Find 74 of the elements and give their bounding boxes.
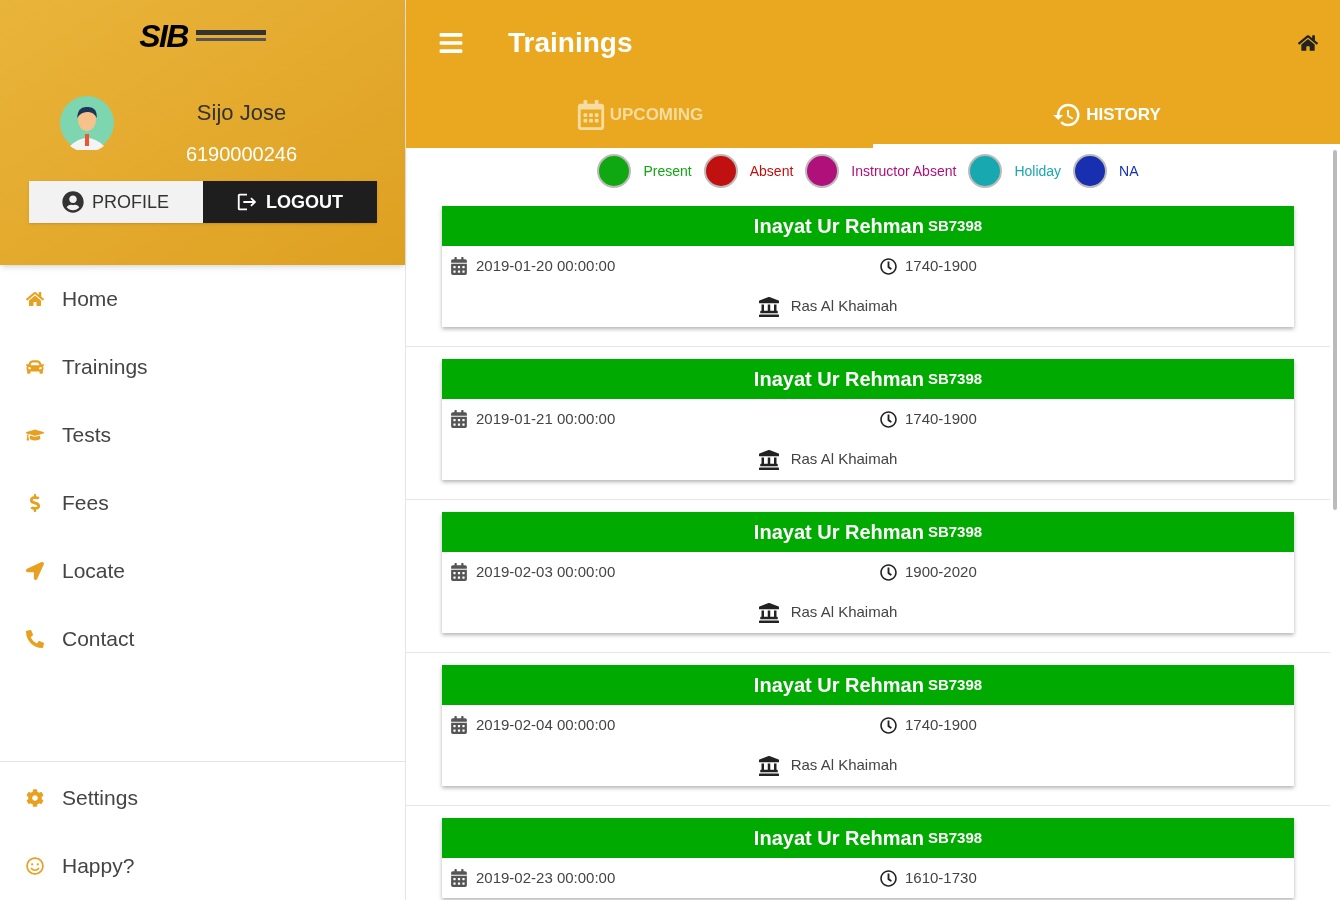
clock-icon [880, 716, 897, 734]
training-date: 2019-01-21 00:00:00 [476, 408, 616, 429]
training-location: Ras Al Khaimah [790, 296, 898, 317]
clock-icon [880, 410, 897, 428]
training-location: Ras Al Khaimah [790, 449, 898, 470]
instructor-code: SB7398 [927, 368, 983, 389]
legend-label: NA [1119, 161, 1139, 181]
logout-button[interactable]: LOGOUT [202, 181, 377, 223]
phone-icon [24, 630, 46, 648]
page-title: Trainings [508, 26, 633, 60]
car-icon [24, 358, 46, 376]
home-icon[interactable] [1298, 33, 1318, 53]
training-location: Ras Al Khaimah [790, 755, 898, 776]
training-date: 2019-02-23 00:00:00 [476, 867, 616, 888]
instructor-name: Inayat Ur Rehman [753, 826, 924, 851]
legend-label: Holiday [1014, 161, 1062, 181]
calendar-icon [450, 410, 468, 428]
training-card[interactable]: Inayat Ur Rehman SB7398 2019-01-20 00:00:00 1740-1900 Ras Al Khaimah [442, 206, 1294, 327]
training-date: 2019-01-20 00:00:00 [476, 255, 616, 276]
building-icon [758, 755, 779, 776]
building-icon [758, 296, 779, 317]
user-number: 6190000246 [185, 142, 298, 167]
clock-icon [880, 257, 897, 275]
instructor-name: Inayat Ur Rehman [753, 367, 924, 392]
training-time: 1740-1900 [905, 255, 977, 276]
nav-item[interactable]: Contact [0, 605, 405, 673]
calendar-icon [450, 563, 468, 581]
nav-item[interactable]: Trainings [0, 333, 405, 401]
building-icon [758, 602, 779, 623]
location-arrow-icon [24, 562, 46, 580]
user-name: Sijo Jose [196, 99, 287, 127]
legend-label: Absent [749, 161, 794, 181]
instructor-name: Inayat Ur Rehman [753, 214, 924, 239]
training-time: 1610-1730 [905, 867, 977, 888]
building-icon [758, 449, 779, 470]
nav-item[interactable]: Happy? [0, 832, 405, 900]
training-location: Ras Al Khaimah [790, 602, 898, 623]
nav-item[interactable]: Fees [0, 469, 405, 537]
settings-icon [24, 789, 46, 807]
training-card[interactable]: Inayat Ur Rehman SB7398 2019-01-21 00:00:00 1740-1900 Ras Al Khaimah [442, 359, 1294, 480]
calendar-icon [450, 869, 468, 887]
logo: SIB [139, 12, 266, 60]
training-time: 1740-1900 [905, 714, 977, 735]
clock-icon [880, 869, 897, 887]
training-date: 2019-02-04 00:00:00 [476, 714, 616, 735]
user-icon [62, 191, 84, 213]
training-date: 2019-02-03 00:00:00 [476, 561, 616, 582]
training-time: 1740-1900 [905, 408, 977, 429]
instructor-name: Inayat Ur Rehman [753, 673, 924, 698]
legend-label: Present [643, 161, 692, 181]
instructor-code: SB7398 [927, 674, 983, 695]
calendar-icon [575, 100, 606, 130]
training-card[interactable]: Inayat Ur Rehman SB7398 2019-02-04 00:00:00 1740-1900 Ras Al Khaimah [442, 665, 1294, 786]
nav-item[interactable]: Home [0, 265, 405, 333]
nav-item[interactable]: Tests [0, 401, 405, 469]
instructor-name: Inayat Ur Rehman [753, 520, 924, 545]
training-time: 1900-2020 [905, 561, 977, 582]
legend-label: Instructor Absent [851, 161, 957, 181]
training-card[interactable]: Inayat Ur Rehman SB7398 2019-02-03 00:00:00 1900-2020 Ras Al Khaimah [442, 512, 1294, 633]
smiley-icon [24, 857, 46, 875]
calendar-icon [450, 716, 468, 734]
instructor-code: SB7398 [927, 215, 983, 236]
home-icon [24, 290, 46, 308]
profile-button[interactable]: PROFILE [28, 181, 203, 223]
nav-item[interactable]: Settings [0, 764, 405, 832]
clock-icon [880, 563, 897, 581]
instructor-code: SB7398 [927, 827, 983, 848]
training-card[interactable]: Inayat Ur Rehman SB7398 2019-02-23 00:00:00 1610-1730 [442, 818, 1294, 898]
calendar-icon [450, 257, 468, 275]
menu-icon[interactable] [438, 30, 464, 56]
nav-item[interactable]: Locate [0, 537, 405, 605]
instructor-code: SB7398 [927, 521, 983, 542]
avatar-icon [60, 96, 114, 150]
logout-icon [236, 191, 258, 213]
